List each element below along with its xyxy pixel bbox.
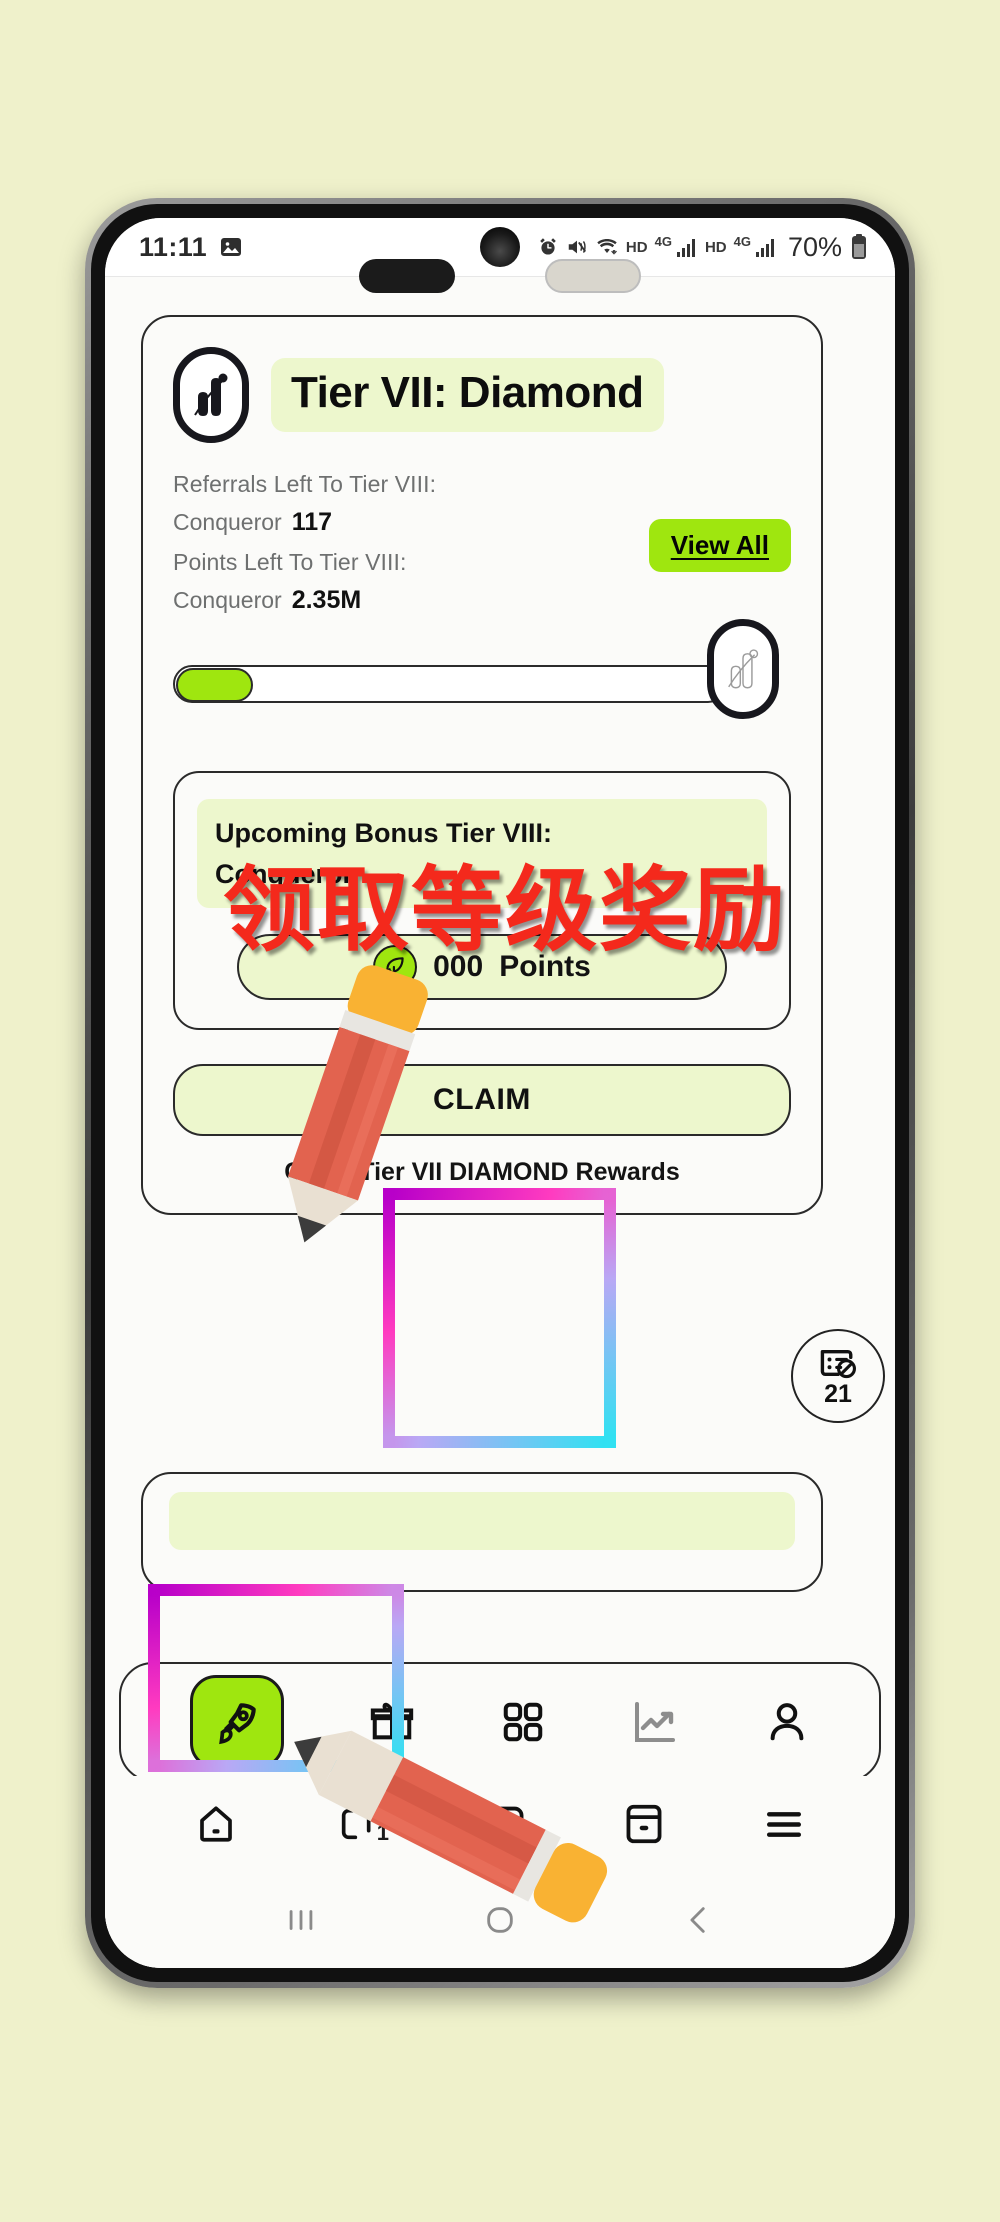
- image-icon: [221, 238, 242, 256]
- back-icon: [690, 1907, 705, 1933]
- bonus-banner: Upcoming Bonus Tier VIII: Conqueror: [197, 799, 767, 908]
- bonus-banner-line1: Upcoming Bonus Tier VIII:: [215, 818, 553, 848]
- next-tier-card-peek[interactable]: [141, 1472, 823, 1592]
- blocked-list-icon: [820, 1349, 856, 1378]
- menu-icon: [767, 1812, 801, 1837]
- status-bar-right-icons: HD 4G HD 4G 70%: [537, 232, 869, 263]
- battery-percent-label: 70%: [787, 231, 842, 262]
- gift-icon: [370, 1702, 413, 1740]
- tier-progress: [173, 619, 791, 719]
- tier-card: Tier VII: Diamond Referrals Left To Tier…: [141, 315, 823, 1215]
- points-left-row: Conqueror 2.35M: [173, 586, 791, 615]
- status-bar-left-icons: [219, 235, 243, 259]
- bonus-tier-card: Upcoming Bonus Tier VIII: Conqueror 000 …: [173, 771, 791, 1030]
- view-all-button[interactable]: View All: [648, 519, 791, 572]
- browser-tab-count: 1: [376, 1820, 389, 1845]
- media-play-icon: [478, 1806, 524, 1842]
- tier-card-header: Tier VII: Diamond: [173, 347, 791, 443]
- browser-media-button[interactable]: [477, 1803, 525, 1845]
- referrals-tier-name: Conqueror: [173, 509, 282, 535]
- browser-toolbar: 1: [105, 1776, 895, 1872]
- status-bar-clock: 11:11: [139, 231, 208, 262]
- tabs-icon: [341, 1808, 371, 1840]
- brand-chart-logo-icon: [194, 373, 228, 416]
- android-home-button[interactable]: [483, 1903, 517, 1937]
- browser-menu-button[interactable]: [763, 1807, 805, 1841]
- app-page: Tier VII: Diamond Referrals Left To Tier…: [105, 259, 895, 1968]
- nav-item-profile[interactable]: [764, 1699, 810, 1745]
- brand-logo-badge: [173, 347, 249, 443]
- recents-icon: [289, 1910, 312, 1930]
- browser-tabs-button[interactable]: 1: [337, 1804, 389, 1845]
- wallet-icon: [626, 1804, 662, 1844]
- camera-punch-hole: [480, 227, 520, 267]
- bonus-points-unit: Points: [499, 950, 591, 983]
- mute-icon: [568, 240, 586, 254]
- leaf-icon: [373, 945, 418, 989]
- alarm-icon: [540, 238, 556, 255]
- referrals-left-label: Referrals Left To Tier VIII:: [173, 471, 437, 497]
- battery-icon: [852, 234, 866, 259]
- progress-end-badge: [707, 619, 779, 719]
- tier-stats: Referrals Left To Tier VIII: Conqueror 11…: [173, 471, 791, 615]
- android-recents-button[interactable]: [284, 1903, 318, 1937]
- page-title: Tier VII: Diamond: [271, 358, 664, 432]
- nav-item-apps-grid[interactable]: [500, 1699, 546, 1745]
- wifi-icon: [597, 238, 617, 255]
- hd-label-2: HD: [704, 238, 727, 256]
- nav-item-rocket[interactable]: [189, 1675, 284, 1769]
- signal-bars-icon-2: [755, 239, 774, 257]
- nav-item-gift[interactable]: [369, 1699, 415, 1745]
- next-card-banner: [169, 1492, 795, 1550]
- points-value: 2.35M: [291, 586, 362, 614]
- claim-button[interactable]: CLAIM: [173, 1064, 791, 1136]
- rocket-icon: [218, 1703, 256, 1745]
- hd-label-1: HD: [625, 238, 648, 256]
- claim-subtitle: Claim Tier VII DIAMOND Rewards: [284, 1158, 680, 1186]
- home-icon: [200, 1806, 232, 1842]
- referrals-value: 117: [291, 508, 333, 536]
- points-tier-name: Conqueror: [173, 587, 282, 613]
- android-back-button[interactable]: [682, 1903, 716, 1937]
- bonus-banner-line2: Conqueror: [215, 858, 353, 889]
- android-navigation-bar: [105, 1872, 895, 1968]
- browser-wallet-button[interactable]: [625, 1803, 663, 1845]
- progress-track[interactable]: [173, 665, 727, 703]
- bonus-points-amount: 000: [433, 950, 484, 983]
- person-icon: [770, 1703, 804, 1741]
- phone-screen: 11:11 HD 4G HD 4G 70% Tier VII: Diamond …: [105, 218, 895, 1968]
- network-label-1: 4G: [654, 233, 672, 249]
- brand-chart-logo-icon: [728, 649, 759, 689]
- bonus-points-pill[interactable]: 000 Points: [236, 934, 728, 1000]
- blocked-items-count: 21: [824, 1379, 852, 1408]
- nav-item-stats[interactable]: [631, 1698, 679, 1746]
- app-bottom-nav: [119, 1662, 881, 1782]
- chart-trend-icon: [635, 1702, 676, 1742]
- browser-home-button[interactable]: [195, 1803, 237, 1845]
- status-bar: 11:11 HD 4G HD 4G 70%: [105, 218, 895, 276]
- phone-frame: 11:11 HD 4G HD 4G 70% Tier VII: Diamond …: [85, 198, 915, 1988]
- progress-fill: [176, 668, 253, 702]
- home-circle-icon: [487, 1907, 513, 1933]
- screenshot-root: 11:11 HD 4G HD 4G 70% Tier VII: Diamond …: [0, 0, 1000, 2222]
- phone-bezel: 11:11 HD 4G HD 4G 70% Tier VII: Diamond …: [91, 204, 909, 1982]
- signal-bars-icon-1: [676, 239, 695, 257]
- network-label-2: 4G: [733, 233, 751, 249]
- grid-apps-icon: [503, 1702, 543, 1742]
- blocked-items-badge[interactable]: 21: [791, 1329, 885, 1423]
